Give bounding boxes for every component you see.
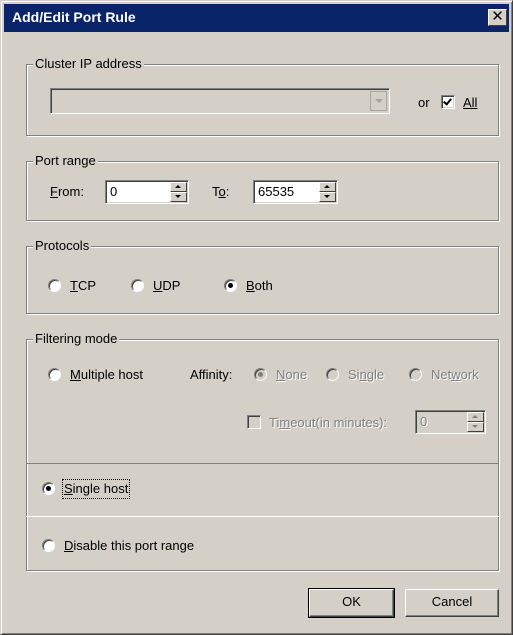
from-label: From:: [50, 184, 84, 199]
arrow-up-icon: [175, 185, 181, 188]
tcp-label[interactable]: TCP: [70, 278, 96, 294]
both-radio[interactable]: [224, 279, 237, 292]
from-port-input[interactable]: 0: [105, 180, 189, 204]
cluster-ip-dropdown-button[interactable]: [370, 91, 387, 111]
filtering-mode-legend: Filtering mode: [33, 331, 120, 347]
arrow-down-icon: [472, 425, 478, 428]
timeout-spinner[interactable]: [467, 412, 484, 432]
from-spin-up-button[interactable]: [170, 182, 187, 192]
all-label[interactable]: All: [463, 95, 477, 111]
from-spin-down-button[interactable]: [170, 192, 187, 202]
window-title: Add/Edit Port Rule: [12, 9, 136, 25]
affinity-network-label[interactable]: Network: [431, 367, 479, 383]
arrow-down-icon: [324, 195, 330, 198]
or-label: or: [418, 95, 430, 110]
single-host-radio[interactable]: [42, 482, 55, 495]
timeout-input[interactable]: 0: [415, 410, 486, 434]
affinity-network-radio[interactable]: [409, 368, 422, 381]
timeout-checkbox[interactable]: [247, 415, 261, 429]
single-host-label[interactable]: Single host: [61, 479, 131, 499]
arrow-up-icon: [324, 185, 330, 188]
cluster-ip-legend: Cluster IP address: [33, 56, 144, 72]
ok-button[interactable]: OK: [308, 588, 395, 618]
affinity-single-radio[interactable]: [326, 368, 339, 381]
radio-dot-icon: [228, 283, 233, 288]
radio-dot-icon: [258, 372, 263, 377]
multiple-host-label[interactable]: Multiple host: [70, 367, 143, 383]
close-button[interactable]: ✕: [488, 9, 507, 26]
to-port-value: 65535: [258, 184, 295, 199]
tcp-radio[interactable]: [48, 279, 61, 292]
affinity-none-radio[interactable]: [254, 368, 267, 381]
udp-radio[interactable]: [131, 279, 144, 292]
udp-label[interactable]: UDP: [153, 278, 180, 294]
from-port-spinner[interactable]: [170, 182, 187, 202]
cancel-button[interactable]: Cancel: [405, 589, 499, 617]
radio-dot-icon: [46, 486, 51, 491]
arrow-up-icon: [472, 415, 478, 418]
protocols-legend: Protocols: [33, 238, 92, 254]
timeout-spin-up-button[interactable]: [467, 412, 484, 422]
timeout-value: 0: [420, 414, 428, 429]
arrow-down-icon: [175, 195, 181, 198]
to-label: To:: [212, 184, 230, 199]
affinity-label: Affinity:: [190, 367, 233, 382]
multiple-host-radio[interactable]: [48, 368, 61, 381]
title-bar[interactable]: Add/Edit Port Rule ✕: [4, 4, 509, 32]
checkmark-icon: [443, 96, 452, 106]
both-label[interactable]: Both: [246, 278, 273, 294]
all-checkbox[interactable]: [441, 95, 455, 109]
port-range-legend: Port range: [33, 153, 98, 169]
timeout-label[interactable]: Timeout(in minutes):: [269, 415, 387, 431]
to-port-spinner[interactable]: [319, 182, 336, 202]
to-spin-up-button[interactable]: [319, 182, 336, 192]
to-spin-down-button[interactable]: [319, 192, 336, 202]
chevron-down-icon: [375, 99, 383, 103]
timeout-spin-down-button[interactable]: [467, 422, 484, 432]
from-port-value: 0: [110, 184, 118, 199]
affinity-none-label[interactable]: None: [276, 367, 307, 383]
to-port-input[interactable]: 65535: [253, 180, 338, 204]
affinity-single-label[interactable]: Single: [348, 367, 384, 383]
disable-port-range-label[interactable]: Disable this port range: [64, 538, 194, 554]
disable-port-range-radio[interactable]: [42, 539, 55, 552]
cluster-ip-combobox[interactable]: [50, 88, 390, 114]
add-edit-port-rule-dialog: Add/Edit Port Rule ✕ Cluster IP address …: [0, 0, 513, 635]
close-icon: ✕: [491, 8, 504, 25]
